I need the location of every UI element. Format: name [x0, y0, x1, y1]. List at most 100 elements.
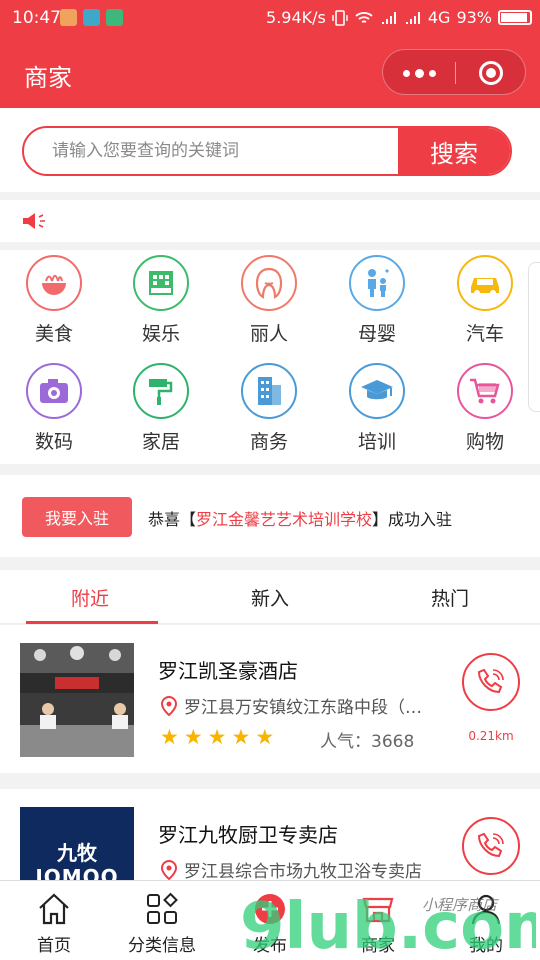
speaker-icon	[23, 213, 45, 229]
category-item[interactable]: 母婴	[332, 255, 422, 346]
search-button[interactable]: 搜索	[398, 128, 510, 174]
tab-mine-label: 我的	[469, 936, 503, 956]
category-item[interactable]: 购物	[440, 363, 530, 454]
page-title: 商家	[24, 64, 72, 92]
shop-address: 罗江县万安镇纹江东路中段（…	[160, 693, 422, 718]
profile-icon	[466, 889, 506, 929]
category-label: 丽人	[249, 323, 288, 345]
status-notification-icons	[60, 9, 123, 26]
star-icon: ★	[160, 725, 179, 749]
category-grid: 美食 娱乐 丽人 母婴 汽车数码 家居 商务 培训 购物	[0, 250, 540, 464]
shop-popularity: 人气：3668	[320, 732, 415, 752]
star-icon: ★	[255, 725, 275, 749]
shop-address-text: 罗江县万安镇纹江东路中段（…	[184, 698, 422, 718]
wifi-icon	[355, 11, 373, 23]
category-label: 家居	[141, 431, 180, 453]
category-item[interactable]: 美食	[9, 255, 99, 346]
shop-card[interactable]: 罗江凯圣豪酒店 罗江县万安镇纹江东路中段（… ★ ★ ★ ★ ★ 人气：3668 0.2…	[0, 625, 540, 773]
phone-icon	[477, 832, 504, 858]
announcement-bar	[0, 200, 540, 242]
join-banner: 我要入驻 恭喜【罗江金馨艺艺术培训学校】成功入驻	[0, 475, 540, 557]
tab-publish-label: 发布	[253, 936, 287, 956]
shop-distance: 0.21km	[468, 729, 514, 743]
location-pin-icon	[160, 859, 178, 880]
shop-name: 罗江九牧厨卫专卖店	[158, 823, 338, 847]
search-box: 搜索	[22, 126, 512, 176]
close-miniprogram-button[interactable]	[479, 61, 503, 85]
tab-publish[interactable]: 发布	[216, 881, 324, 960]
tab-shops-label: 商家	[361, 936, 395, 956]
shop-rating: ★ ★ ★ ★ ★	[160, 727, 274, 748]
shop-address-text: 罗江县综合市场九牧卫浴专卖店	[184, 862, 422, 882]
signal-icon	[381, 11, 396, 24]
category-item[interactable]: 丽人	[224, 255, 314, 346]
category-item[interactable]: 培训	[332, 363, 422, 454]
tab-hot[interactable]: 热门	[360, 570, 540, 624]
network-speed: 5.94K/s	[266, 8, 326, 27]
join-suffix: 】成功入驻	[372, 510, 453, 529]
category-label: 购物	[465, 431, 504, 453]
join-button[interactable]: 我要入驻	[22, 497, 132, 537]
tab-home[interactable]: 首页	[0, 881, 108, 960]
join-announcement: 恭喜【罗江金馨艺艺术培训学校】成功入驻	[148, 506, 452, 530]
home-icon	[34, 889, 74, 929]
category-label: 商务	[249, 431, 288, 453]
noodle-bowl-icon	[26, 255, 82, 311]
category-item[interactable]: 商务	[224, 363, 314, 454]
tab-mine[interactable]: 我的	[432, 881, 540, 960]
publish-plus-icon	[250, 889, 290, 929]
category-label: 数码	[34, 431, 73, 453]
category-item[interactable]: 家居	[116, 363, 206, 454]
sync-notification-icon	[106, 9, 123, 26]
tab-new[interactable]: 新入	[180, 570, 360, 624]
tab-category-label: 分类信息	[128, 936, 196, 956]
tab-home-label: 首页	[37, 936, 71, 956]
tab-nearby[interactable]: 附近	[0, 570, 180, 624]
call-button[interactable]	[462, 817, 520, 875]
side-panel-edge	[528, 262, 540, 412]
battery-icon	[498, 10, 532, 25]
hotel-icon	[133, 255, 189, 311]
paint-roller-icon	[133, 363, 189, 419]
more-menu-button[interactable]	[383, 50, 455, 96]
search-input[interactable]	[24, 128, 400, 174]
join-shop-name[interactable]: 罗江金馨艺艺术培训学校	[196, 510, 372, 529]
shop-tabs: 附近 新入 热门	[0, 570, 540, 624]
star-icon: ★	[231, 725, 251, 749]
shop-thumbnail	[20, 643, 134, 757]
title-bar: 商家	[0, 38, 540, 108]
phone-icon	[477, 668, 504, 694]
call-button[interactable]	[462, 653, 520, 711]
building-icon	[241, 363, 297, 419]
miniprogram-capsule	[382, 49, 526, 95]
shop-icon	[358, 889, 398, 929]
category-label: 美食	[34, 323, 73, 345]
join-prefix: 恭喜【	[148, 510, 197, 529]
bottom-tab-bar: 首页 分类信息 发布 商家 我的	[0, 880, 540, 960]
thumb-brand-cn: 九牧	[57, 841, 97, 865]
tab-category[interactable]: 分类信息	[108, 881, 216, 960]
category-label: 娱乐	[141, 323, 180, 345]
star-icon: ★	[183, 725, 203, 749]
category-grid-icon	[142, 889, 182, 929]
status-right: 5.94K/s 4G 93%	[266, 8, 532, 27]
shopping-cart-icon	[457, 363, 513, 419]
status-bar: 10:47 5.94K/s 4G 93%	[0, 0, 540, 38]
location-pin-icon	[160, 695, 178, 716]
parent-child-icon	[349, 255, 405, 311]
shop-name: 罗江凯圣豪酒店	[158, 659, 298, 683]
camera-icon	[26, 363, 82, 419]
category-item[interactable]: 汽车	[440, 255, 530, 346]
category-item[interactable]: 娱乐	[116, 255, 206, 346]
category-label: 汽车	[465, 323, 504, 345]
lock-notification-icon	[60, 9, 77, 26]
scan-notification-icon	[83, 9, 100, 26]
capsule-divider	[455, 62, 456, 84]
woman-face-icon	[241, 255, 297, 311]
category-item[interactable]: 数码	[9, 363, 99, 454]
status-time: 10:47	[12, 8, 61, 28]
star-icon: ★	[207, 725, 227, 749]
battery-percent: 93%	[456, 8, 492, 27]
signal-2-icon	[405, 11, 420, 24]
tab-shops[interactable]: 商家	[324, 881, 432, 960]
